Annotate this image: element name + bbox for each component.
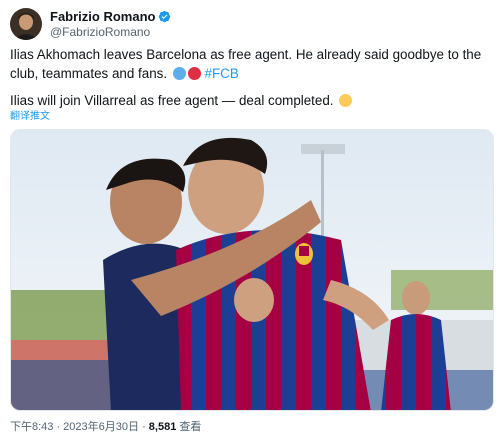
author-block: Fabrizio Romano @FabrizioRomano — [50, 9, 171, 40]
tweet-footer: 下午8:43 · 2023年6月30日 · 8,581 查看 — [10, 420, 201, 434]
hashtag-link[interactable]: #FCB — [205, 66, 239, 81]
timestamp[interactable]: 下午8:43 · 2023年6月30日 · — [10, 421, 149, 433]
paragraph-1-text: Ilias Akhomach leaves Barcelona as free … — [10, 47, 482, 81]
views-label: 查看 — [176, 421, 202, 433]
author-handle[interactable]: @FabrizioRomano — [50, 25, 171, 40]
verified-badge-icon — [158, 10, 171, 23]
tweet-paragraph-2: Ilias will join Villarreal as free agent… — [10, 92, 492, 111]
views-count: 8,581 — [148, 421, 177, 433]
translate-tweet-link[interactable]: 翻译推文 — [10, 111, 50, 123]
author-name[interactable]: Fabrizio Romano — [50, 9, 155, 24]
tweet-paragraph-1: Ilias Akhomach leaves Barcelona as free … — [10, 46, 492, 83]
paragraph-2-text: Ilias will join Villarreal as free agent… — [10, 93, 334, 108]
red-circle-emoji-icon — [187, 66, 201, 80]
yellow-circle-emoji-icon — [339, 94, 353, 107]
tweet-photo[interactable] — [10, 129, 494, 411]
tweet-header: Fabrizio Romano @FabrizioRomano — [10, 8, 171, 40]
avatar[interactable] — [10, 8, 42, 40]
blue-circle-emoji-icon — [172, 66, 186, 80]
